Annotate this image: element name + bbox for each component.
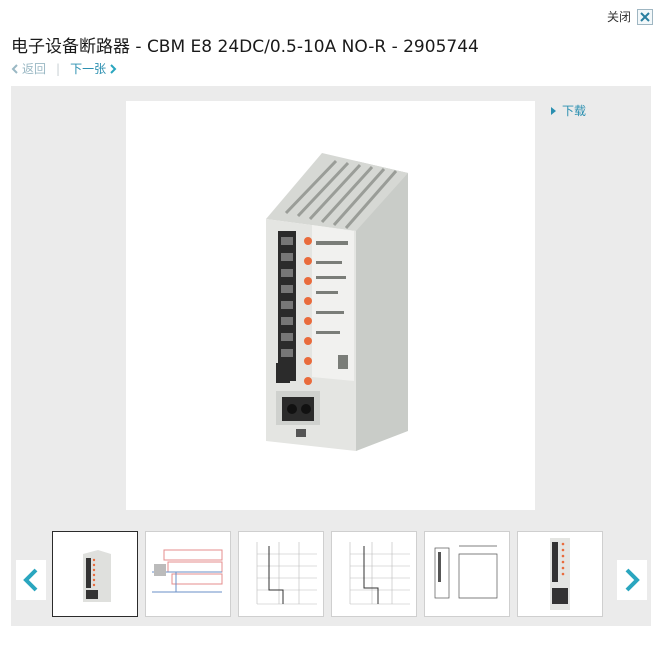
image-viewer-panel: 下载 <box>11 86 651 626</box>
thumbnails-prev-button[interactable] <box>16 560 46 600</box>
window-close-area: 关闭 <box>607 8 653 25</box>
chevron-left-icon <box>11 63 18 74</box>
next-link[interactable]: 下一张 <box>70 60 117 77</box>
thumbnail-dimension-drawing[interactable] <box>424 531 510 617</box>
close-button[interactable] <box>637 8 653 25</box>
chevron-left-icon <box>23 568 38 592</box>
back-label: 返回 <box>22 62 47 76</box>
image-navigation: 返回 | 下一张 <box>11 60 117 77</box>
close-label[interactable]: 关闭 <box>607 8 631 25</box>
back-link[interactable]: 返回 <box>11 60 46 77</box>
thumbnail-product-photo[interactable] <box>52 531 138 617</box>
characteristic-curve-thumbnail-image <box>256 542 317 605</box>
next-label: 下一张 <box>70 62 107 76</box>
download-label: 下载 <box>562 104 587 118</box>
chevron-right-icon <box>625 568 640 592</box>
close-x-icon <box>640 11 650 22</box>
thumbnail-characteristic-curve-1[interactable] <box>238 531 324 617</box>
thumbnail-circuit-diagram[interactable] <box>145 531 231 617</box>
page-title: 电子设备断路器 - CBM E8 24DC/0.5-10A NO-R - 290… <box>11 37 479 57</box>
front-view-thumbnail-image <box>550 538 570 610</box>
dimension-drawing-thumbnail-image <box>434 545 498 599</box>
circuit-breaker-device-illustration <box>266 153 408 451</box>
chevron-right-icon <box>110 63 117 74</box>
thumbnail-front-view[interactable] <box>517 531 603 617</box>
nav-separator: | <box>56 61 61 76</box>
main-product-image <box>126 101 535 510</box>
caret-right-icon <box>551 106 556 115</box>
circuit-diagram-thumbnail-image <box>152 549 223 593</box>
thumbnails-next-button[interactable] <box>617 560 647 600</box>
product-photo-thumbnail-image <box>83 550 111 602</box>
thumbnail-characteristic-curve-2[interactable] <box>331 531 417 617</box>
characteristic-curve-thumbnail-image <box>349 542 410 605</box>
download-link[interactable]: 下载 <box>551 102 586 119</box>
